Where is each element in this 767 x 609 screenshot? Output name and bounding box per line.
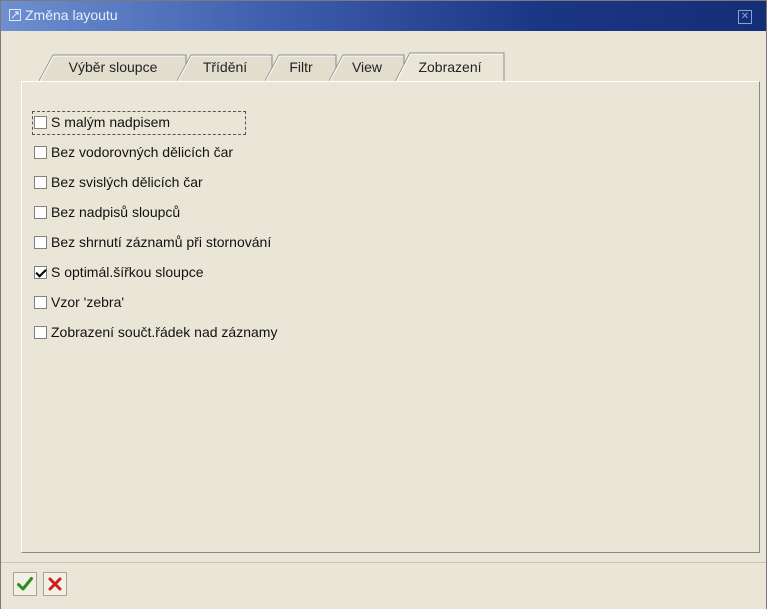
checkbox[interactable] bbox=[34, 176, 47, 189]
tab-label: Třídění bbox=[202, 59, 248, 75]
option-label: S malým nadpisem bbox=[51, 114, 171, 130]
checkbox[interactable] bbox=[34, 116, 47, 129]
tab-label: Filtr bbox=[289, 59, 313, 75]
tab-sorting[interactable]: Třídění bbox=[177, 53, 273, 81]
close-icon[interactable]: ✕ bbox=[738, 10, 752, 24]
option-label: Bez vodorovných dělicích čar bbox=[51, 144, 234, 160]
option-label: Zobrazení součt.řádek nad záznamy bbox=[51, 324, 278, 340]
cancel-button[interactable] bbox=[43, 572, 67, 596]
dialog-content: Výběr sloupce Třídění Filtr View Zobraze… bbox=[9, 33, 760, 553]
title-bar: Změna layoutu ✕ bbox=[1, 1, 766, 31]
dialog-window: Změna layoutu ✕ Výběr sloupce Třídění Fi… bbox=[0, 0, 767, 609]
tab-label: View bbox=[351, 59, 383, 75]
checkbox[interactable] bbox=[34, 236, 47, 249]
window-icon bbox=[9, 9, 21, 21]
dialog-footer bbox=[1, 562, 766, 609]
tab-strip: Výběr sloupce Třídění Filtr View Zobraze… bbox=[9, 33, 758, 87]
option-label: Bez nadpisů sloupců bbox=[51, 204, 181, 220]
option-label: Vzor 'zebra' bbox=[51, 294, 125, 310]
tab-display[interactable]: Zobrazení bbox=[395, 51, 505, 82]
option-label: Bez shrnutí záznamů při stornování bbox=[51, 234, 272, 250]
checkmark-icon bbox=[17, 577, 33, 591]
checkbox[interactable] bbox=[34, 266, 47, 279]
option-label: S optimál.šířkou sloupce bbox=[51, 264, 204, 280]
tab-filter[interactable]: Filtr bbox=[265, 53, 337, 81]
option-label: Bez svislých dělicích čar bbox=[51, 174, 203, 190]
confirm-button[interactable] bbox=[13, 572, 37, 596]
window-title: Změna layoutu bbox=[25, 7, 118, 23]
tab-view[interactable]: View bbox=[329, 53, 405, 81]
tab-label: Výběr sloupce bbox=[68, 59, 158, 75]
checkbox[interactable] bbox=[34, 326, 47, 339]
checkbox[interactable] bbox=[34, 206, 47, 219]
tab-panel-display: S malým nadpisem Bez vodorovných dělicíc… bbox=[21, 81, 760, 553]
cross-icon bbox=[48, 577, 62, 591]
checkbox[interactable] bbox=[34, 296, 47, 309]
tab-column-selection[interactable]: Výběr sloupce bbox=[39, 53, 187, 81]
tab-label: Zobrazení bbox=[418, 59, 482, 75]
checkbox[interactable] bbox=[34, 146, 47, 159]
